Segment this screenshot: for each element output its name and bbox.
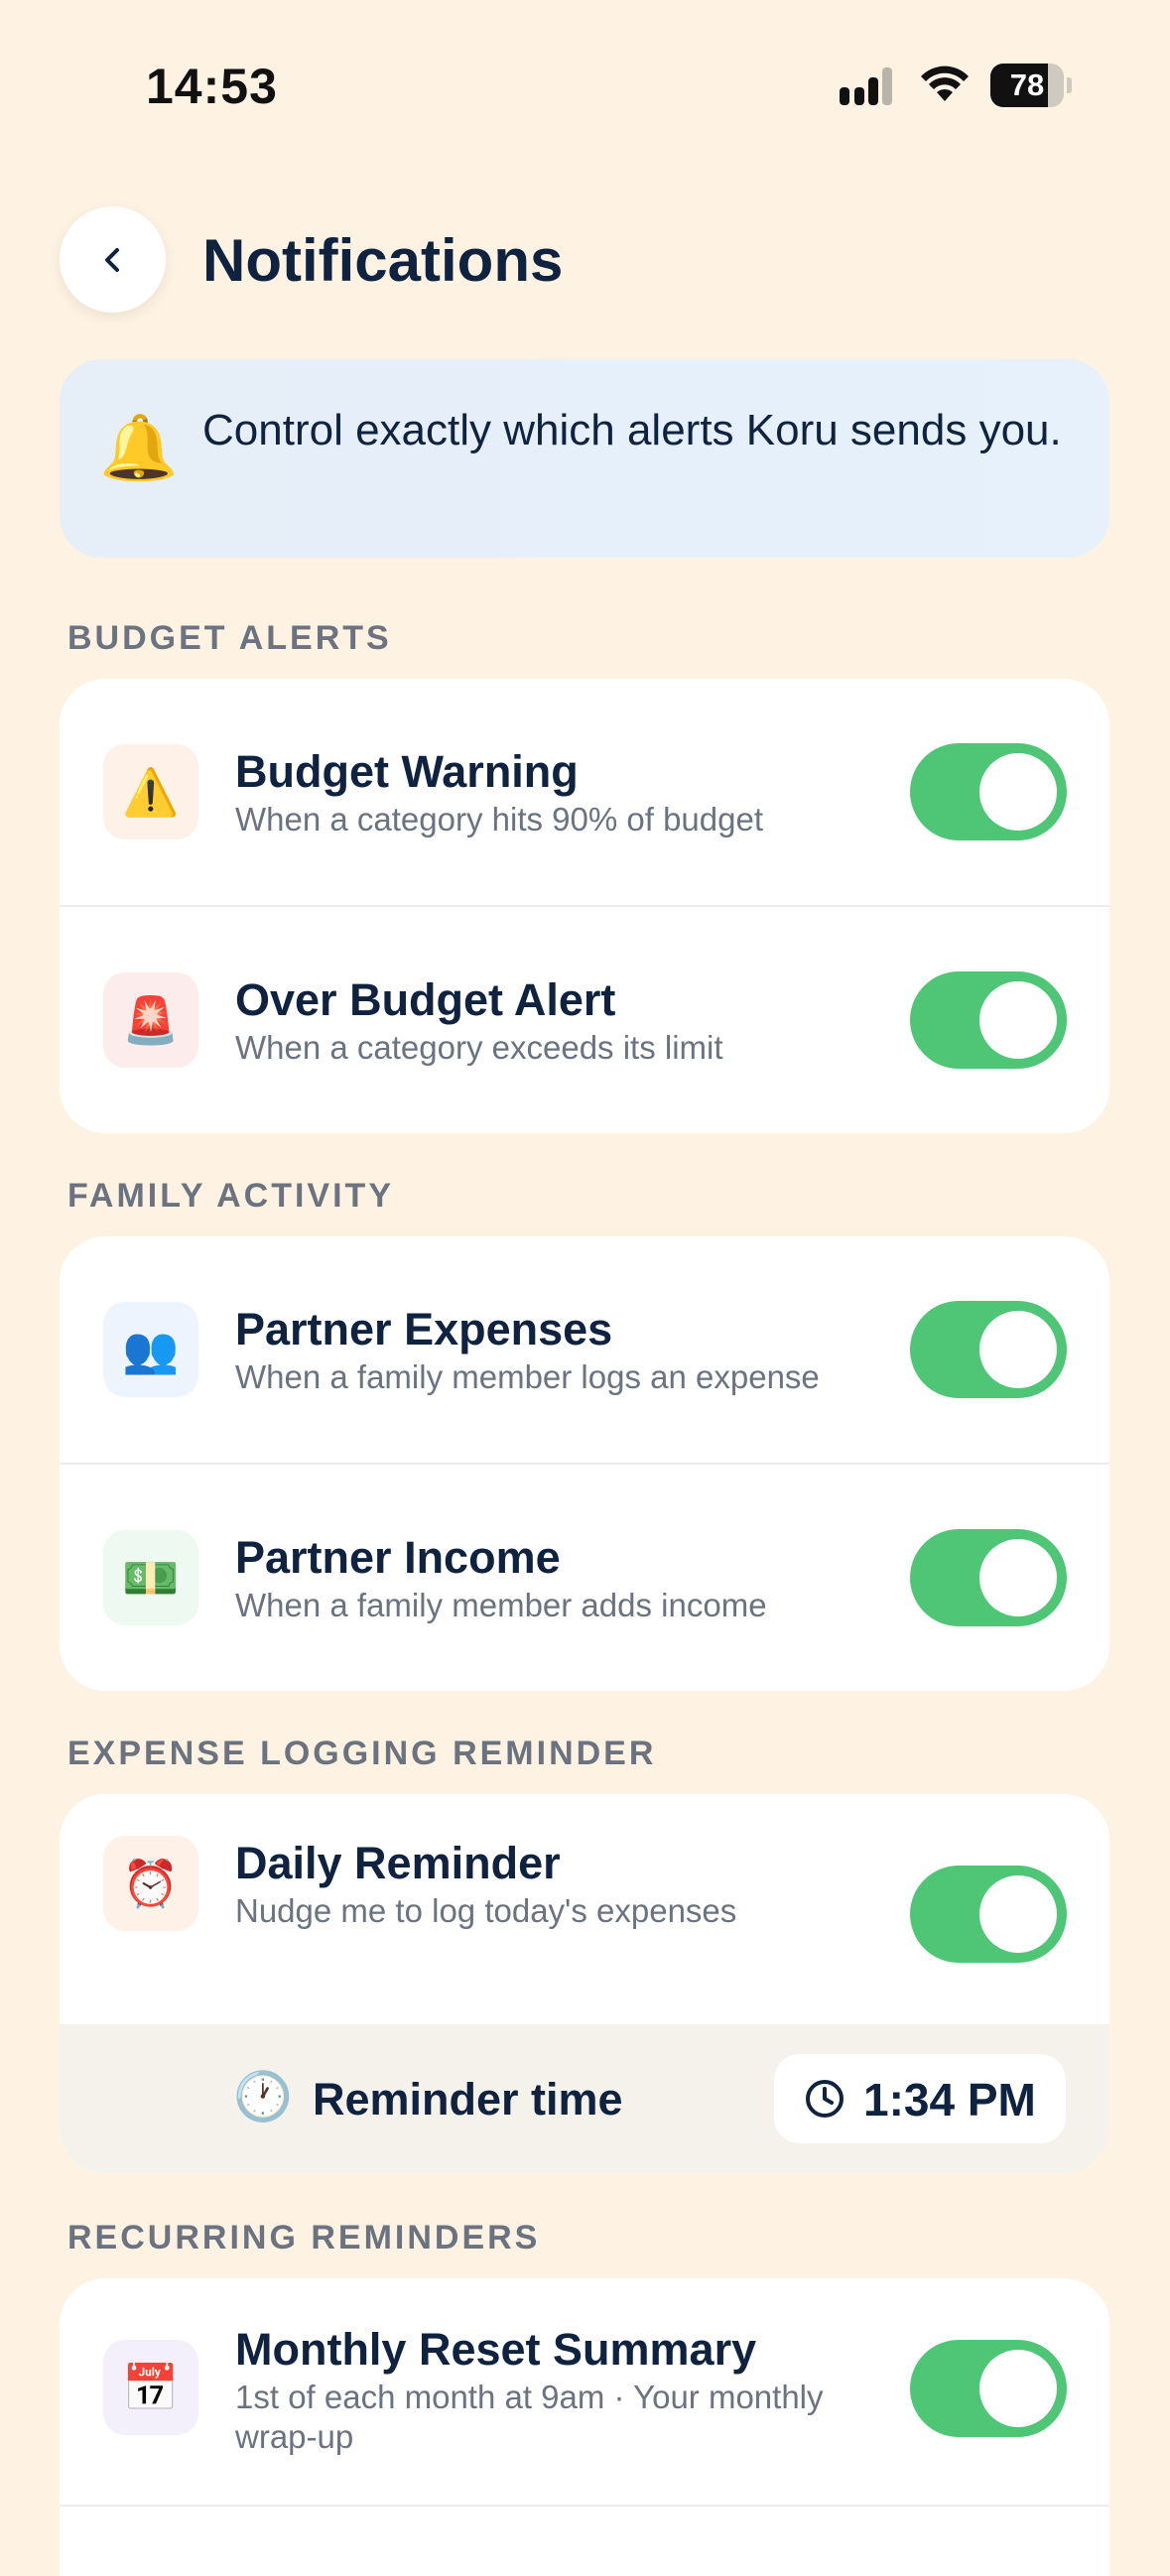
setting-title: Daily Reminder bbox=[235, 1838, 561, 1888]
daily-reminder-toggle[interactable] bbox=[910, 1866, 1067, 1963]
setting-row-over-budget-alert: 🚨 Over Budget Alert When a category exce… bbox=[60, 907, 1109, 1133]
setting-subtitle: 1st of each month at 9am · Your monthly … bbox=[235, 2379, 824, 2455]
bell-icon: 🔔 bbox=[99, 412, 179, 483]
money-icon: 💵 bbox=[103, 1530, 198, 1625]
recurring-reminders-card: 📅 Monthly Reset Summary 1st of each mont… bbox=[60, 2278, 1109, 2576]
reminder-time-picker[interactable]: 1:34 PM bbox=[774, 2054, 1066, 2143]
wifi-icon bbox=[921, 65, 969, 101]
reminder-time-value: 1:34 PM bbox=[863, 2074, 1036, 2125]
header: Notifications bbox=[0, 198, 1170, 318]
setting-row-daily-reminder: ⏰ Daily Reminder Nudge me to log today's… bbox=[60, 1794, 1109, 2024]
people-icon: 👥 bbox=[103, 1302, 198, 1397]
setting-row-partner-expenses: 👥 Partner Expenses When a family member … bbox=[60, 1236, 1109, 1463]
setting-subtitle: When a family member adds income bbox=[235, 1587, 767, 1623]
section-label-budget-alerts: BUDGET ALERTS bbox=[67, 619, 392, 657]
alarm-clock-icon: ⏰ bbox=[103, 1836, 198, 1931]
monthly-reset-summary-toggle[interactable] bbox=[910, 2340, 1067, 2437]
setting-subtitle: When a category hits 90% of budget bbox=[235, 801, 763, 837]
info-banner-text: Control exactly which alerts Koru sends … bbox=[202, 406, 1062, 454]
section-label-expense-logging-reminder: EXPENSE LOGGING REMINDER bbox=[67, 1735, 657, 1772]
budget-alerts-card: ⚠️ Budget Warning When a category hits 9… bbox=[60, 679, 1109, 1133]
calendar-icon: 📅 bbox=[103, 2340, 198, 2435]
page-title: Notifications bbox=[202, 227, 564, 294]
section-label-recurring-reminders: RECURRING REMINDERS bbox=[67, 2219, 541, 2256]
battery-level-text: 78 bbox=[1009, 67, 1045, 102]
back-button[interactable] bbox=[60, 206, 166, 313]
setting-subtitle: Nudge me to log today's expenses bbox=[235, 1892, 737, 1929]
reminder-time-row: 🕐 Reminder time 1:34 PM bbox=[60, 2024, 1109, 2173]
budget-warning-toggle[interactable] bbox=[910, 743, 1067, 840]
chevron-left-icon bbox=[104, 247, 119, 272]
setting-row-monthly-reset-summary: 📅 Monthly Reset Summary 1st of each mont… bbox=[60, 2278, 1109, 2505]
clock-outline-icon bbox=[806, 2080, 844, 2118]
clock-icon: 🕐 bbox=[233, 2071, 293, 2124]
setting-title: Partner Expenses bbox=[235, 1304, 613, 1354]
setting-title: Monthly Reset Summary bbox=[235, 2324, 757, 2375]
siren-icon: 🚨 bbox=[103, 972, 198, 1068]
over-budget-alert-toggle[interactable] bbox=[910, 971, 1067, 1069]
warning-icon: ⚠️ bbox=[103, 744, 198, 839]
cellular-signal-icon bbox=[840, 67, 892, 105]
partner-expenses-toggle[interactable] bbox=[910, 1301, 1067, 1398]
setting-subtitle: When a category exceeds its limit bbox=[235, 1029, 723, 1066]
expense-reminder-card: ⏰ Daily Reminder Nudge me to log today's… bbox=[60, 1794, 1109, 2173]
divider bbox=[60, 2505, 1109, 2507]
setting-title: Budget Warning bbox=[235, 746, 579, 797]
status-bar: 14:53 78 bbox=[0, 0, 1170, 169]
setting-title: Over Budget Alert bbox=[235, 974, 616, 1025]
setting-row-partner-income: 💵 Partner Income When a family member ad… bbox=[60, 1465, 1109, 1691]
setting-subtitle: When a family member logs an expense bbox=[235, 1358, 820, 1395]
reminder-time-label: Reminder time bbox=[313, 2074, 623, 2125]
status-time: 14:53 bbox=[146, 59, 278, 114]
setting-title: Partner Income bbox=[235, 1532, 561, 1583]
family-activity-card: 👥 Partner Expenses When a family member … bbox=[60, 1236, 1109, 1691]
section-label-family-activity: FAMILY ACTIVITY bbox=[67, 1177, 395, 1215]
partner-income-toggle[interactable] bbox=[910, 1529, 1067, 1626]
info-banner: 🔔 Control exactly which alerts Koru send… bbox=[60, 359, 1109, 558]
setting-row-budget-warning: ⚠️ Budget Warning When a category hits 9… bbox=[60, 679, 1109, 905]
battery-icon: 78 bbox=[990, 64, 1072, 107]
